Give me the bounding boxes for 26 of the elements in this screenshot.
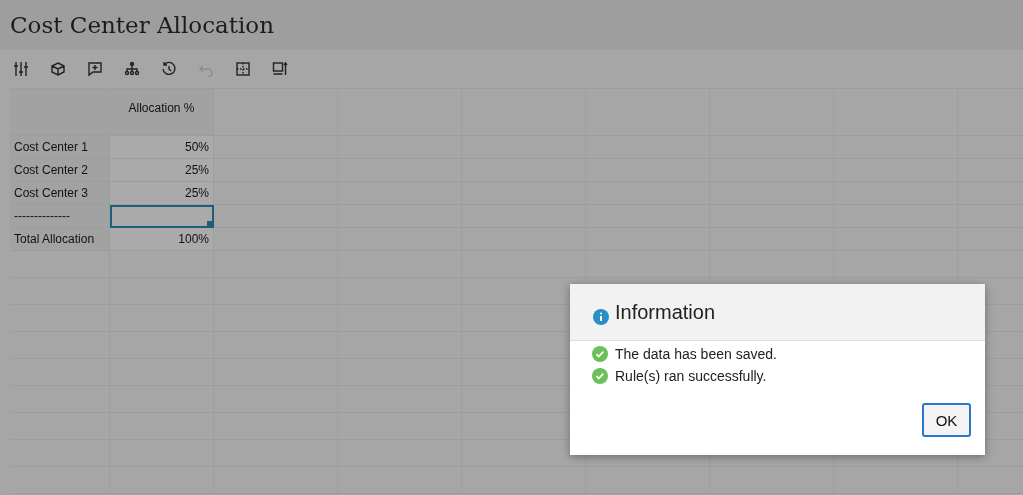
row-header: Cost Center 1	[10, 136, 110, 159]
row-header: Total Allocation	[10, 228, 110, 251]
info-icon	[593, 309, 609, 325]
panel-icon	[272, 61, 288, 77]
message-text: The data has been saved.	[615, 346, 777, 362]
sliders-icon	[13, 61, 29, 77]
page-title: Cost Center Allocation	[10, 12, 274, 38]
column-header: Allocation %	[110, 89, 214, 136]
table-cell[interactable]	[110, 205, 214, 228]
row-header: --------------	[10, 205, 110, 228]
comment-add-icon	[87, 61, 103, 77]
history-icon	[161, 61, 177, 77]
hierarchy-icon	[124, 61, 140, 77]
check-icon	[592, 346, 608, 362]
check-icon	[592, 368, 608, 384]
table-cell[interactable]: 25%	[110, 159, 214, 182]
grid-icon	[235, 61, 251, 77]
message-text: Rule(s) ran successfully.	[615, 368, 767, 384]
ok-button[interactable]: OK	[922, 403, 971, 437]
cube-icon	[50, 61, 66, 77]
dialog-title: Information	[615, 300, 716, 324]
table-cell[interactable]: 25%	[110, 182, 214, 205]
table-cell[interactable]: 100%	[110, 228, 214, 251]
row-header: Cost Center 2	[10, 159, 110, 182]
row-header: Cost Center 3	[10, 182, 110, 205]
table-cell[interactable]: 50%	[110, 136, 214, 159]
